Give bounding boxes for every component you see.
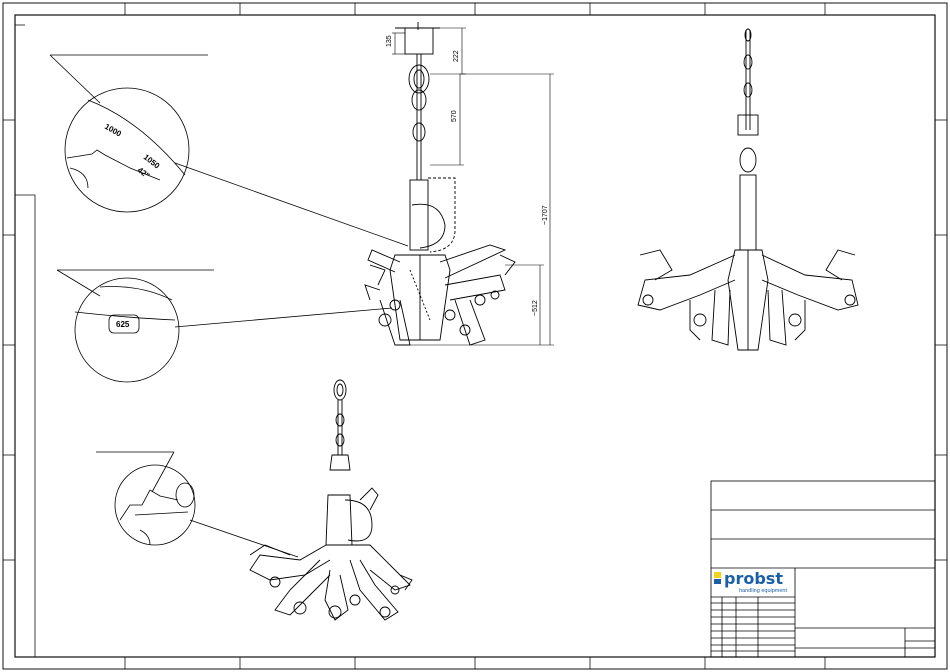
company-name: probst xyxy=(724,569,783,588)
detail-3 xyxy=(96,451,299,558)
logo-yellow-mark xyxy=(714,572,721,578)
detail-1 xyxy=(49,54,409,247)
fold-marks xyxy=(15,24,36,657)
dim-512: ~512 xyxy=(532,300,539,316)
detail-1-labels: 1000 1050 42" xyxy=(103,122,162,181)
dim-570: 570 xyxy=(451,110,458,122)
dim-135: 135 xyxy=(386,35,393,47)
dim-1707: ~1707 xyxy=(542,205,549,225)
detail-mark-42: 42" xyxy=(136,165,152,180)
detail-2 xyxy=(56,269,393,383)
detail-mark-1000: 1000 xyxy=(103,122,123,139)
detail-mark-625: 625 xyxy=(116,320,130,329)
drawing-frame xyxy=(2,2,948,670)
side-view xyxy=(637,28,859,351)
dimension-labels: 135 222 570 ~1707 ~512 xyxy=(386,35,549,316)
technical-drawing-sheet: 135 222 570 ~1707 ~512 1000 1050 42" 625… xyxy=(2,2,948,670)
probst-logo: probst handling equipment xyxy=(714,569,787,594)
dim-222: 222 xyxy=(453,50,460,62)
isometric-view xyxy=(249,379,413,621)
front-view-dimensions xyxy=(392,27,554,346)
logo-blue-mark xyxy=(714,579,721,584)
front-view xyxy=(364,22,516,346)
zone-ticks xyxy=(3,3,947,669)
company-tagline: handling equipment xyxy=(739,588,787,594)
